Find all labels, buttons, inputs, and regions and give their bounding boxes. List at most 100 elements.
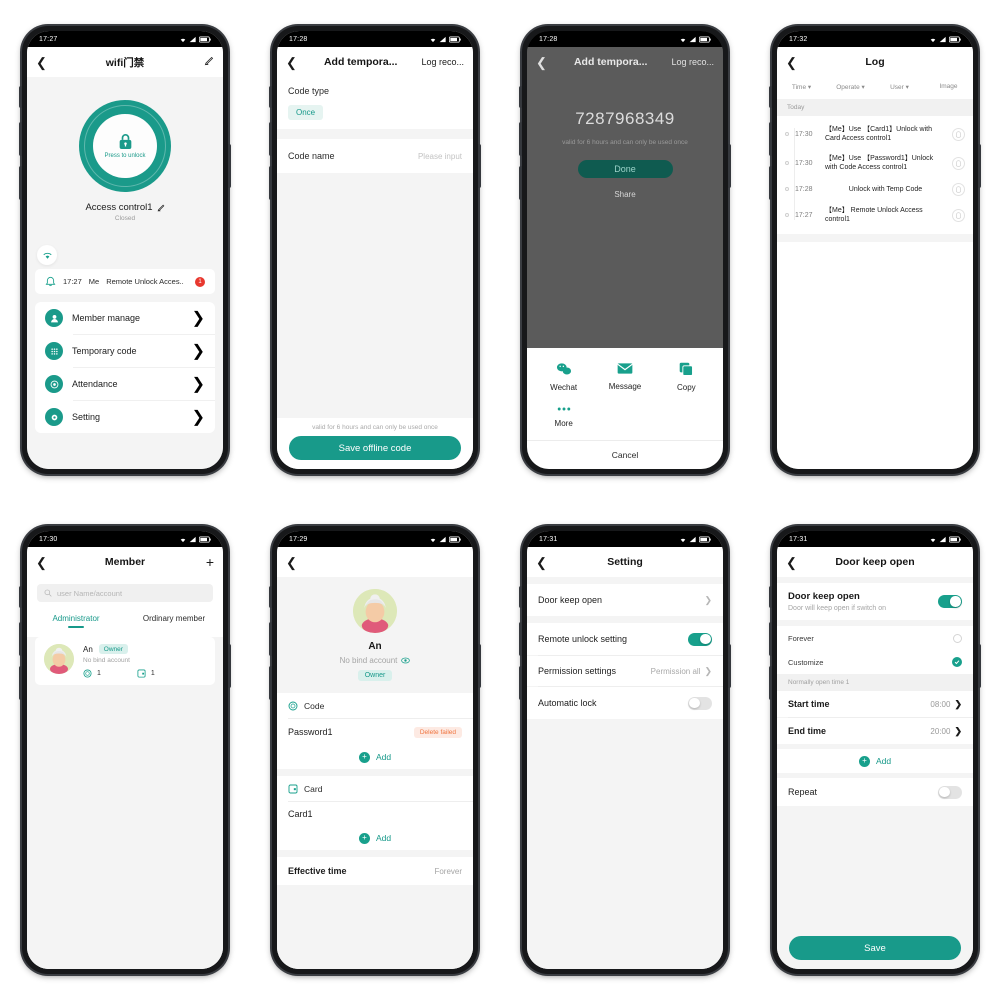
filter-time[interactable]: Time ▾ <box>777 83 826 91</box>
volume-up-button[interactable] <box>269 122 272 156</box>
volume-down-button[interactable] <box>269 166 272 200</box>
setting-row-door-keep-open[interactable]: Door keep open ❯ <box>527 584 723 616</box>
unlock-button[interactable]: Press to unlock <box>79 100 171 192</box>
tab-ordinary-member[interactable]: Ordinary member <box>125 609 223 630</box>
share-option-message[interactable]: Message <box>594 362 655 392</box>
back-button[interactable]: ❮ <box>536 56 550 69</box>
filter-user[interactable]: User ▾ <box>875 83 924 91</box>
option-customize[interactable]: Customize <box>777 650 973 674</box>
automatic-lock-toggle[interactable] <box>688 696 712 710</box>
power-button[interactable] <box>728 644 731 688</box>
back-button[interactable]: ❮ <box>786 556 800 569</box>
tab-administrator[interactable]: Administrator <box>27 609 125 630</box>
notification-banner[interactable]: 17:27 Me Remote Unlock Acces.. 1 <box>35 269 215 294</box>
add-code-button[interactable]: + Add <box>277 745 473 769</box>
volume-down-button[interactable] <box>519 666 522 700</box>
setting-row-automatic-lock[interactable]: Automatic lock <box>527 687 723 719</box>
edit-pencil-icon[interactable] <box>200 56 214 69</box>
phone-side-button[interactable] <box>269 86 272 108</box>
log-entry[interactable]: 17:27 【Me】 Remote Unlock Access control1 <box>777 201 973 230</box>
volume-up-button[interactable] <box>519 622 522 656</box>
back-button[interactable]: ❮ <box>786 56 800 69</box>
volume-up-button[interactable] <box>19 622 22 656</box>
log-record-link[interactable]: Log reco... <box>421 57 464 67</box>
thumb-icon[interactable] <box>952 156 965 170</box>
wifi-status-chip[interactable] <box>37 245 57 265</box>
password-row[interactable]: Password1 Delete failed <box>277 719 473 745</box>
back-button[interactable]: ❮ <box>286 56 300 69</box>
thumb-icon[interactable] <box>952 208 965 222</box>
add-member-button[interactable]: + <box>200 554 214 570</box>
save-button[interactable]: Save <box>789 936 961 960</box>
volume-down-button[interactable] <box>769 666 772 700</box>
door-keep-open-main-row[interactable]: Door keep open Door will keep open if sw… <box>777 583 973 620</box>
avatar[interactable] <box>353 589 397 633</box>
search-input[interactable]: user Name/account <box>37 584 213 602</box>
phone-side-button[interactable] <box>519 586 522 608</box>
code-type-chip-once[interactable]: Once <box>288 105 324 120</box>
setting-row-permission[interactable]: Permission settings Permission all ❯ <box>527 656 723 686</box>
menu-item-attendance[interactable]: Attendance ❯ <box>35 368 215 400</box>
log-entry[interactable]: 17:30 【Me】Use 【Card1】Unlock with Card Ac… <box>777 120 973 149</box>
member-list-item[interactable]: An Owner No bind account 1 1 <box>35 637 215 685</box>
volume-down-button[interactable] <box>519 166 522 200</box>
share-option-more[interactable]: More <box>533 406 594 428</box>
radio-unselected-icon[interactable] <box>953 633 962 643</box>
volume-up-button[interactable] <box>769 622 772 656</box>
power-button[interactable] <box>728 144 731 188</box>
phone-side-button[interactable] <box>769 586 772 608</box>
setting-row-remote-unlock[interactable]: Remote unlock setting <box>527 623 723 655</box>
share-option-wechat[interactable]: Wechat <box>533 362 594 392</box>
add-time-button[interactable]: + Add <box>777 749 973 773</box>
card-row[interactable]: Card1 <box>277 802 473 826</box>
code-name-input[interactable]: Please input <box>418 152 462 161</box>
volume-up-button[interactable] <box>19 122 22 156</box>
back-button[interactable]: ❮ <box>36 56 50 69</box>
repeat-toggle[interactable] <box>938 785 962 799</box>
power-button[interactable] <box>228 644 231 688</box>
radio-selected-icon[interactable] <box>952 657 962 667</box>
phone-side-button[interactable] <box>19 586 22 608</box>
power-button[interactable] <box>978 144 981 188</box>
volume-down-button[interactable] <box>269 666 272 700</box>
thumb-icon[interactable] <box>952 182 965 196</box>
menu-item-temporary-code[interactable]: Temporary code ❯ <box>35 335 215 367</box>
volume-up-button[interactable] <box>269 622 272 656</box>
back-button[interactable]: ❮ <box>286 556 300 569</box>
menu-item-member-manage[interactable]: Member manage ❯ <box>35 302 215 334</box>
back-button[interactable]: ❮ <box>36 556 50 569</box>
log-record-link[interactable]: Log reco... <box>671 57 714 67</box>
power-button[interactable] <box>228 144 231 188</box>
phone-side-button[interactable] <box>269 586 272 608</box>
back-button[interactable]: ❮ <box>536 556 550 569</box>
thumb-icon[interactable] <box>952 127 965 141</box>
end-time-row[interactable]: End time 20:00 ❯ <box>777 718 973 744</box>
menu-item-setting[interactable]: Setting ❯ <box>35 401 215 433</box>
phone-side-button[interactable] <box>19 86 22 108</box>
add-card-button[interactable]: + Add <box>277 826 473 850</box>
log-entry[interactable]: 17:28 Unlock with Temp Code <box>777 178 973 201</box>
door-keep-open-toggle[interactable] <box>938 595 962 608</box>
repeat-row[interactable]: Repeat <box>777 778 973 806</box>
start-time-row[interactable]: Start time 08:00 ❯ <box>777 691 973 717</box>
volume-up-button[interactable] <box>519 122 522 156</box>
option-forever[interactable]: Forever <box>777 626 973 650</box>
cancel-button[interactable]: Cancel <box>527 441 723 469</box>
share-option-copy[interactable]: Copy <box>656 362 717 392</box>
volume-down-button[interactable] <box>19 166 22 200</box>
power-button[interactable] <box>478 144 481 188</box>
power-button[interactable] <box>478 644 481 688</box>
power-button[interactable] <box>978 644 981 688</box>
phone-side-button[interactable] <box>519 86 522 108</box>
effective-time-row[interactable]: Effective time Forever <box>277 857 473 885</box>
volume-down-button[interactable] <box>19 666 22 700</box>
done-button[interactable]: Done <box>577 160 673 178</box>
log-entry[interactable]: 17:30 【Me】Use 【Password1】Unlock with Cod… <box>777 149 973 178</box>
code-name-row[interactable]: Code name Please input <box>277 139 473 173</box>
remote-unlock-toggle[interactable] <box>688 632 712 646</box>
volume-up-button[interactable] <box>769 122 772 156</box>
volume-down-button[interactable] <box>769 166 772 200</box>
share-label[interactable]: Share <box>527 178 723 199</box>
filter-operate[interactable]: Operate ▾ <box>826 83 875 91</box>
save-offline-code-button[interactable]: Save offline code <box>289 436 461 460</box>
